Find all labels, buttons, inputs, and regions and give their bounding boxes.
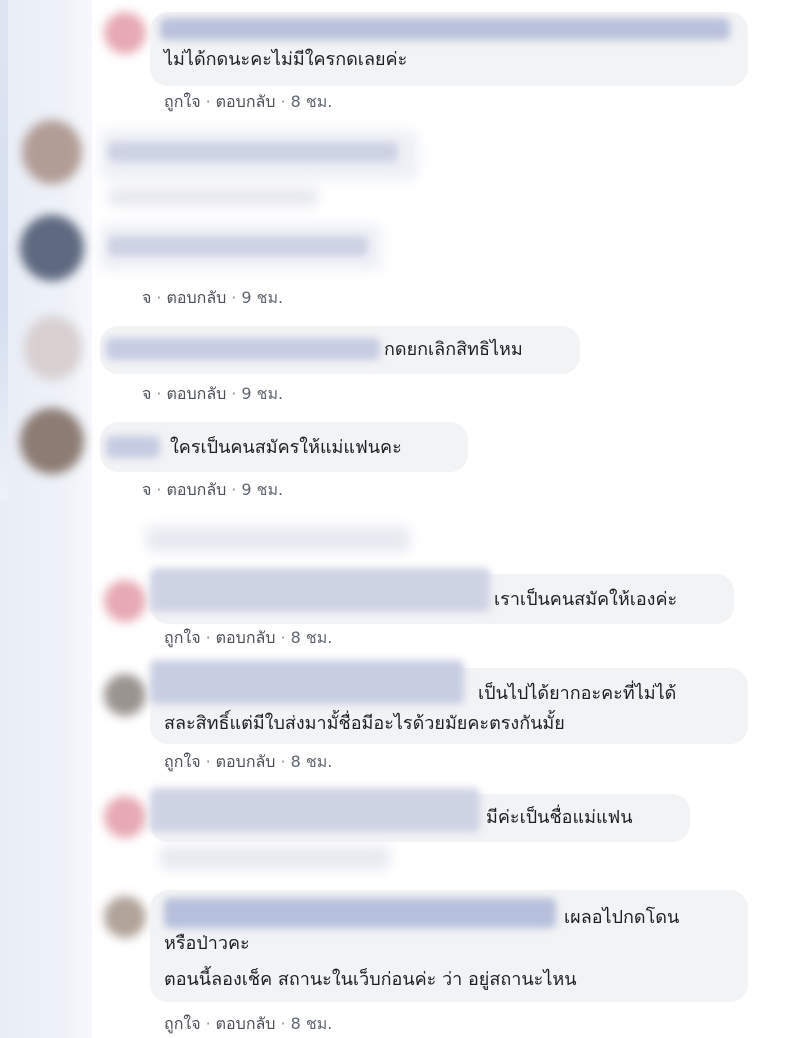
author-name-blurred[interactable] (106, 338, 380, 360)
reply-link[interactable]: ตอบกลับ (216, 1014, 276, 1033)
avatar[interactable] (20, 215, 84, 281)
timestamp[interactable]: 9 ชม. (241, 288, 283, 307)
author-name-blurred[interactable] (160, 18, 730, 40)
timestamp[interactable]: 9 ชม. (241, 480, 283, 499)
comment-actions: จ · ตอบกลับ · 9 ชม. (142, 480, 284, 499)
reply-link[interactable]: ตอบกลับ (216, 752, 276, 771)
actions-blurred (160, 846, 390, 870)
author-name-blurred[interactable] (150, 568, 490, 612)
comment-text-line-3: ตอนนี้ลองเช็ค สถานะในเว็บก่อนค่ะ ว่า อยู… (164, 969, 577, 990)
comment-text: กดยกเลิกสิทธิไหม (384, 339, 523, 360)
timestamp[interactable]: 8 ชม. (291, 92, 333, 111)
timestamp[interactable]: 8 ชม. (291, 628, 333, 647)
timestamp[interactable]: 8 ชม. (291, 752, 333, 771)
like-link[interactable]: จ (142, 480, 151, 499)
like-link[interactable]: จ (142, 288, 151, 307)
like-link[interactable]: ถูกใจ (164, 1014, 201, 1033)
avatar[interactable] (104, 580, 146, 622)
reply-link[interactable]: ตอบกลับ (166, 480, 226, 499)
hidden-replies-blurred (146, 526, 410, 552)
author-name-blurred[interactable] (106, 436, 160, 458)
actions-blurred (108, 188, 318, 206)
like-link[interactable]: ถูกใจ (164, 92, 201, 111)
reply-link[interactable]: ตอบกลับ (166, 288, 226, 307)
like-link[interactable]: ถูกใจ (164, 752, 201, 771)
author-name-blurred[interactable] (108, 142, 398, 162)
comment-text: ไม่ได้กดนะคะไม่มีใครกดเลยค่ะ (164, 49, 408, 70)
reply-link[interactable]: ตอบกลับ (216, 628, 276, 647)
comment-actions: ถูกใจ · ตอบกลับ · 8 ชม. (164, 92, 333, 111)
author-name-blurred[interactable] (150, 788, 480, 832)
reply-link[interactable]: ตอบกลับ (216, 92, 276, 111)
avatar[interactable] (104, 674, 146, 716)
author-name-blurred[interactable] (150, 660, 464, 704)
comment-text-line-1: เผลอไปกดโดน (564, 907, 680, 928)
comment-actions: ถูกใจ · ตอบกลับ · 8 ชม. (164, 752, 333, 771)
comment-text: มีค่ะเป็นชื่อแม่แฟน (486, 807, 633, 828)
comment-actions: ถูกใจ · ตอบกลับ · 8 ชม. (164, 628, 333, 647)
avatar[interactable] (104, 896, 146, 938)
avatar[interactable] (20, 408, 84, 474)
avatar[interactable] (104, 796, 146, 838)
like-link[interactable]: จ (142, 384, 151, 403)
avatar[interactable] (104, 12, 146, 54)
avatar[interactable] (22, 120, 82, 184)
like-link[interactable]: ถูกใจ (164, 628, 201, 647)
comment-text: เราเป็นคนสมัคให้เองค่ะ (494, 589, 678, 610)
avatar[interactable] (24, 316, 82, 380)
comment-actions: จ · ตอบกลับ · 9 ชม. (142, 288, 284, 307)
comment-text-line-1: เป็นไปได้ยากอะคะที่ไม่ได้ (478, 683, 677, 704)
comment-text-line-2: สละสิทธิ์แต่มีใบส่งมามั้ชื่อมีอะไรด้วยมั… (164, 713, 565, 734)
comment-actions: จ · ตอบกลับ · 9 ชม. (142, 384, 284, 403)
comment-text: ใครเป็นคนสมัครให้แม่แฟนคะ (170, 437, 402, 458)
comment-actions: ถูกใจ · ตอบกลับ · 8 ชม. (164, 1014, 333, 1033)
timestamp[interactable]: 9 ชม. (241, 384, 283, 403)
comment-text-line-2: หรือป่าวคะ (164, 933, 250, 954)
reply-link[interactable]: ตอบกลับ (166, 384, 226, 403)
author-name-blurred[interactable] (108, 236, 368, 256)
timestamp[interactable]: 8 ชม. (291, 1014, 333, 1033)
author-name-blurred[interactable] (164, 898, 556, 928)
